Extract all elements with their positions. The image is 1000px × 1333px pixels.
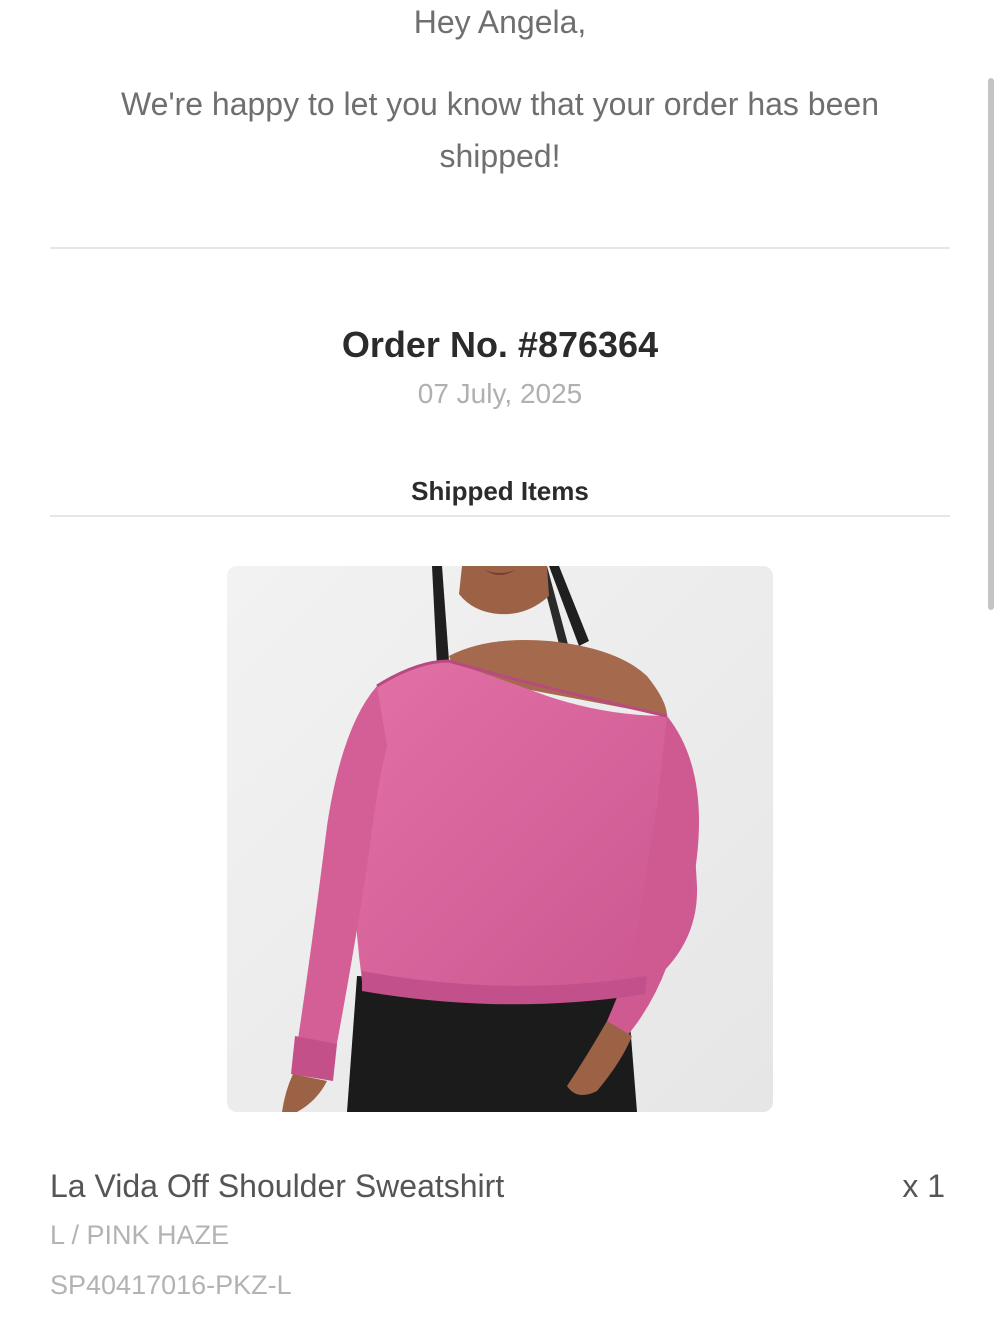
shipped-items-title: Shipped Items [411, 476, 589, 506]
divider [50, 247, 950, 249]
scrollbar[interactable] [988, 78, 994, 610]
product-sku: SP40417016-PKZ-L [50, 1270, 292, 1300]
order-date: 07 July, 2025 [417, 378, 583, 409]
divider [50, 515, 950, 517]
greeting-text: Hey Angela, [413, 4, 587, 40]
product-variant: L / PINK HAZE [50, 1220, 230, 1250]
order-number: Order No. #876364 [341, 324, 659, 365]
shipping-message: We're happy to let you know that your or… [121, 86, 879, 174]
product-name[interactable]: La Vida Off Shoulder Sweatshirt [50, 1168, 504, 1205]
product-quantity: x 1 [902, 1168, 945, 1204]
product-image[interactable] [227, 566, 773, 1112]
product-photo-illustration [227, 566, 773, 1112]
